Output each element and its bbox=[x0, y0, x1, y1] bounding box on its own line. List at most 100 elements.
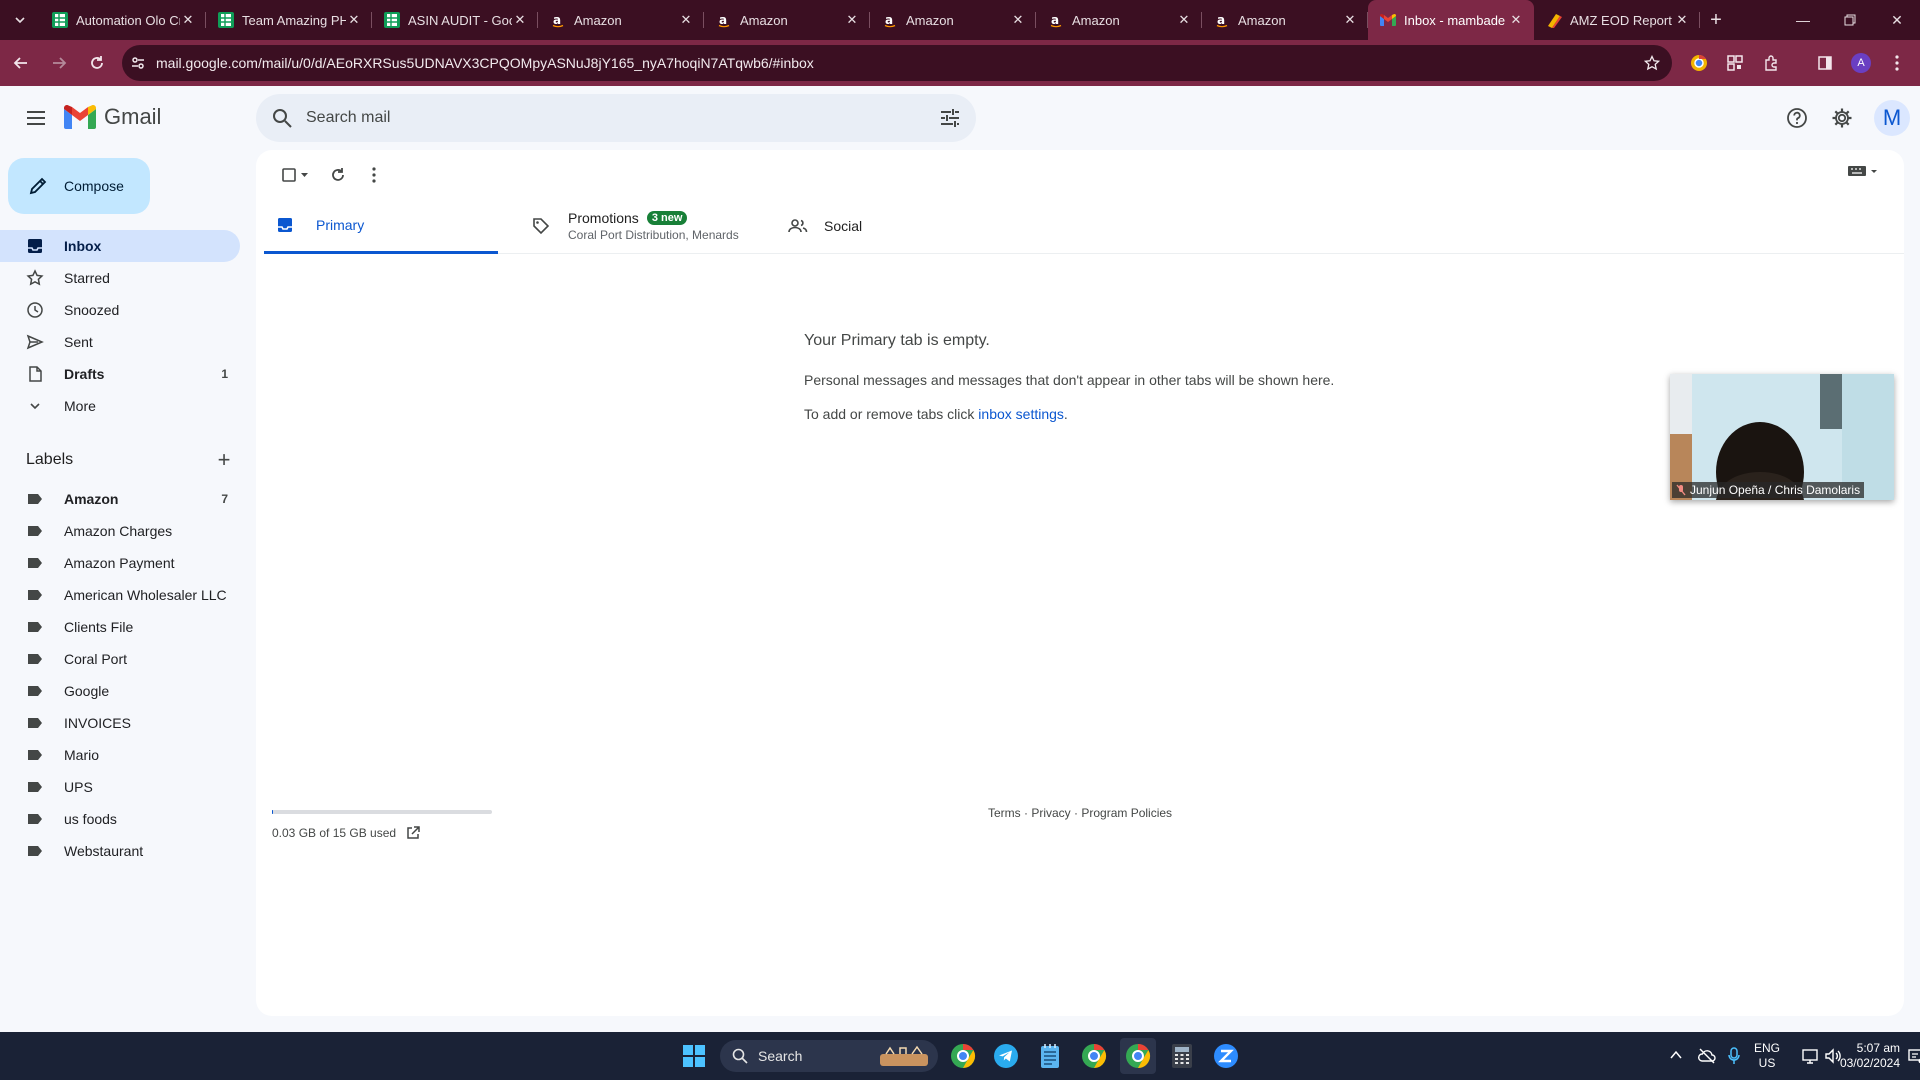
close-tab-icon[interactable]: ✕ bbox=[180, 12, 196, 28]
new-tab-button[interactable]: + bbox=[1700, 0, 1732, 40]
close-tab-icon[interactable]: ✕ bbox=[1010, 12, 1026, 28]
video-call-window[interactable]: Junjun Opeña / Chris Damolaris bbox=[1670, 374, 1894, 500]
label-item[interactable]: Amazon Payment bbox=[0, 547, 240, 579]
browser-tab[interactable]: a Amazon ✕ bbox=[704, 0, 870, 40]
label-item[interactable]: Amazon 7 bbox=[0, 483, 240, 515]
close-tab-icon[interactable]: ✕ bbox=[1508, 12, 1524, 28]
taskbar-calculator[interactable] bbox=[1164, 1038, 1200, 1074]
compose-button[interactable]: Compose bbox=[8, 158, 150, 214]
close-tab-icon[interactable]: ✕ bbox=[346, 12, 362, 28]
taskbar-chrome-profile-2[interactable] bbox=[1076, 1038, 1112, 1074]
chevron-up-icon[interactable] bbox=[1670, 1050, 1682, 1060]
label-item[interactable]: us foods bbox=[0, 803, 240, 835]
tab-primary-label: Primary bbox=[316, 216, 365, 233]
inbox-settings-link[interactable]: inbox settings bbox=[978, 406, 1064, 422]
label-item[interactable]: INVOICES bbox=[0, 707, 240, 739]
taskbar-chrome-active[interactable] bbox=[1120, 1038, 1156, 1074]
close-tab-icon[interactable]: ✕ bbox=[844, 12, 860, 28]
close-tab-icon[interactable]: ✕ bbox=[512, 12, 528, 28]
reload-button[interactable] bbox=[80, 46, 114, 80]
close-tab-icon[interactable]: ✕ bbox=[678, 12, 694, 28]
help-button[interactable] bbox=[1781, 102, 1813, 134]
browser-tab-title: Automation Olo Cr bbox=[76, 12, 180, 28]
notification-icon[interactable] bbox=[1908, 1048, 1920, 1064]
search-input[interactable] bbox=[306, 109, 906, 127]
extension-qr-icon[interactable] bbox=[1722, 50, 1748, 76]
browser-tab[interactable]: a Amazon ✕ bbox=[538, 0, 704, 40]
sidebar-item-inbox[interactable]: Inbox bbox=[0, 230, 240, 262]
browser-tab[interactable]: a Amazon ✕ bbox=[1202, 0, 1368, 40]
taskbar-notepad[interactable] bbox=[1032, 1038, 1068, 1074]
browser-tab[interactable]: Inbox - mambade ✕ bbox=[1368, 0, 1534, 40]
side-panel-icon[interactable] bbox=[1812, 50, 1838, 76]
language-indicator[interactable]: ENG US bbox=[1754, 1041, 1780, 1071]
sidebar-item-snoozed[interactable]: Snoozed bbox=[0, 294, 240, 326]
label-item[interactable]: Amazon Charges bbox=[0, 515, 240, 547]
browser-tab[interactable]: Automation Olo Cr ✕ bbox=[40, 0, 206, 40]
close-tab-icon[interactable]: ✕ bbox=[1674, 12, 1690, 28]
sidebar-item-starred[interactable]: Starred bbox=[0, 262, 240, 294]
extensions-puzzle-icon[interactable] bbox=[1758, 50, 1784, 76]
microphone-icon[interactable] bbox=[1728, 1047, 1740, 1065]
extension-chrome-icon[interactable] bbox=[1686, 50, 1712, 76]
create-label-button[interactable]: + bbox=[212, 447, 236, 472]
browser-tab[interactable]: ASIN AUDIT - Goo ✕ bbox=[372, 0, 538, 40]
minimize-button[interactable]: — bbox=[1780, 0, 1826, 40]
browser-tab[interactable]: a Amazon ✕ bbox=[1036, 0, 1202, 40]
sidebar-item-more[interactable]: More bbox=[0, 390, 240, 422]
browser-menu-icon[interactable] bbox=[1884, 50, 1910, 76]
label-item[interactable]: Google bbox=[0, 675, 240, 707]
browser-tab[interactable]: a Amazon ✕ bbox=[870, 0, 1036, 40]
onedrive-offline-icon[interactable] bbox=[1698, 1048, 1716, 1064]
more-actions-button[interactable] bbox=[356, 158, 392, 192]
taskbar-zoom[interactable] bbox=[1208, 1038, 1244, 1074]
start-button[interactable] bbox=[676, 1038, 712, 1074]
main-menu-button[interactable] bbox=[16, 98, 56, 138]
svg-text:a: a bbox=[553, 13, 561, 27]
label-item[interactable]: Mario bbox=[0, 739, 240, 771]
browser-tab[interactable]: Team Amazing PH ✕ bbox=[206, 0, 372, 40]
address-bar[interactable]: mail.google.com/mail/u/0/d/AEoRXRSus5UDN… bbox=[122, 45, 1672, 81]
restore-button[interactable] bbox=[1827, 0, 1873, 40]
search-icon[interactable] bbox=[270, 106, 294, 130]
network-icon[interactable] bbox=[1802, 1048, 1820, 1064]
close-window-button[interactable]: ✕ bbox=[1874, 0, 1920, 40]
site-info-icon[interactable] bbox=[130, 55, 146, 71]
browser-profile-avatar[interactable]: A bbox=[1848, 50, 1874, 76]
close-tab-icon[interactable]: ✕ bbox=[1342, 12, 1358, 28]
tab-primary[interactable]: Primary bbox=[264, 198, 498, 254]
settings-button[interactable] bbox=[1826, 102, 1858, 134]
account-avatar[interactable]: M bbox=[1874, 100, 1910, 136]
open-external-icon[interactable] bbox=[406, 826, 420, 840]
taskbar-search[interactable]: Search bbox=[720, 1040, 938, 1072]
refresh-button[interactable] bbox=[320, 158, 356, 192]
bookmark-star-icon[interactable] bbox=[1644, 55, 1660, 71]
select-all-checkbox[interactable] bbox=[272, 158, 320, 192]
browser-tab[interactable]: AMZ EOD Report ✕ bbox=[1534, 0, 1700, 40]
label-item[interactable]: American Wholesaler LLC bbox=[0, 579, 240, 611]
terms-link[interactable]: Terms bbox=[988, 806, 1021, 820]
privacy-link[interactable]: Privacy bbox=[1031, 806, 1070, 820]
label-item[interactable]: Clients File bbox=[0, 611, 240, 643]
program-policies-link[interactable]: Program Policies bbox=[1081, 806, 1172, 820]
label-item[interactable]: UPS bbox=[0, 771, 240, 803]
sidebar-item-label: Sent bbox=[64, 334, 93, 350]
search-bar[interactable] bbox=[256, 94, 976, 142]
forward-button[interactable] bbox=[42, 46, 76, 80]
clock[interactable]: 5:07 am 03/02/2024 bbox=[1840, 1041, 1900, 1071]
gmail-logo[interactable]: Gmail bbox=[64, 104, 161, 130]
tab-social[interactable]: Social bbox=[776, 198, 1010, 254]
label-item[interactable]: Coral Port bbox=[0, 643, 240, 675]
tab-promotions[interactable]: Promotions 3 new Coral Port Distribution… bbox=[520, 198, 754, 254]
search-options-icon[interactable] bbox=[938, 106, 962, 130]
sidebar-item-sent[interactable]: Sent bbox=[0, 326, 240, 358]
close-tab-icon[interactable]: ✕ bbox=[1176, 12, 1192, 28]
input-tools-button[interactable] bbox=[1848, 164, 1878, 178]
sidebar-item-drafts[interactable]: Drafts 1 bbox=[0, 358, 240, 390]
label-item[interactable]: Webstaurant bbox=[0, 835, 240, 867]
tab-search-button[interactable] bbox=[0, 0, 40, 40]
taskbar-chrome-profile-1[interactable] bbox=[945, 1038, 981, 1074]
gear-icon bbox=[1832, 108, 1852, 128]
taskbar-telegram[interactable] bbox=[988, 1038, 1024, 1074]
back-button[interactable] bbox=[4, 46, 38, 80]
